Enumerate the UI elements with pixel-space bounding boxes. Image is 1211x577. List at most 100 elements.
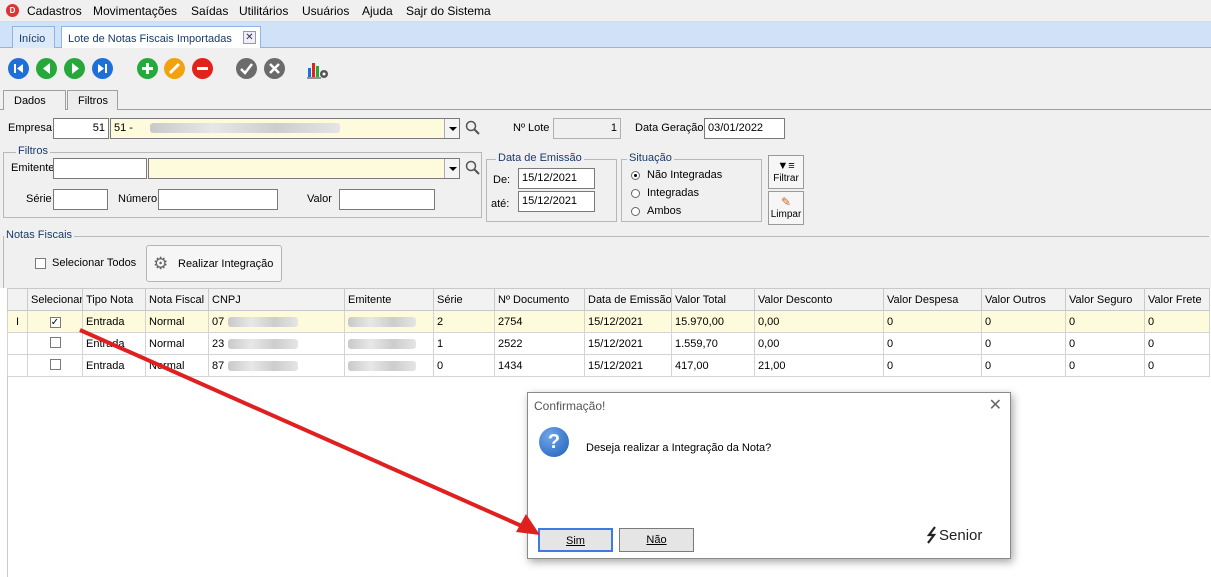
col-emitente[interactable]: Emitente xyxy=(344,288,434,311)
tab-lote-label: Lote de Notas Fiscais Importadas xyxy=(68,33,232,45)
search-icon[interactable] xyxy=(465,120,481,139)
radio-nao-integradas-label: Não Integradas xyxy=(647,169,723,181)
senior-brand-text: Senior xyxy=(939,527,983,544)
chevron-down-icon[interactable] xyxy=(444,159,459,178)
tab-dados[interactable]: Dados xyxy=(3,90,66,111)
cnpj-prefix: 23 xyxy=(212,337,225,350)
col-valor-seguro[interactable]: Valor Seguro xyxy=(1065,288,1145,311)
notas-table: Selecionar Tipo Nota Nota Fiscal CNPJ Em… xyxy=(7,288,1210,377)
realizar-integracao-button[interactable]: ⚙ Realizar Integração xyxy=(146,245,282,282)
radio-integradas[interactable] xyxy=(631,189,640,198)
next-record-icon[interactable] xyxy=(64,58,85,79)
menu-movimentacoes[interactable]: Movimentações xyxy=(93,4,177,18)
cell-emitente xyxy=(344,354,434,377)
cancel-icon[interactable] xyxy=(264,58,285,79)
row-select-cell[interactable] xyxy=(27,332,83,355)
de-date-input[interactable]: 15/12/2021 xyxy=(518,168,595,189)
table-row[interactable]: Entrada Normal 23 1 2522 15/12/2021 1.55… xyxy=(7,332,1210,355)
row-select-checkbox[interactable]: ✓ xyxy=(49,316,61,328)
row-select-checkbox[interactable] xyxy=(49,358,61,370)
radio-ambos[interactable] xyxy=(631,207,640,216)
col-serie[interactable]: Série xyxy=(433,288,495,311)
table-row[interactable]: Entrada Normal 87 0 1434 15/12/2021 417,… xyxy=(7,354,1210,377)
tab-lote-notas[interactable]: Lote de Notas Fiscais Importadas ✕ xyxy=(61,26,261,49)
first-record-icon[interactable] xyxy=(8,58,29,79)
document-tabs: Início Lote de Notas Fiscais Importadas … xyxy=(0,22,1211,49)
tab-inicio[interactable]: Início xyxy=(12,26,55,48)
col-valor-frete[interactable]: Valor Frete xyxy=(1144,288,1210,311)
add-icon[interactable] xyxy=(137,58,158,79)
col-tipo-nota[interactable]: Tipo Nota xyxy=(82,288,146,311)
cell-seguro: 0 xyxy=(1065,310,1145,333)
empresa-name-value: 51 - xyxy=(114,122,133,134)
col-selecionar[interactable]: Selecionar xyxy=(27,288,83,311)
cell-doc: 2754 xyxy=(494,310,585,333)
data-geracao-input[interactable]: 03/01/2022 xyxy=(704,118,785,139)
sim-button[interactable]: Sim xyxy=(538,528,613,552)
menu-cadastros[interactable]: Cadastros xyxy=(27,4,82,18)
menu-ajuda[interactable]: Ajuda xyxy=(362,4,393,18)
valor-input[interactable] xyxy=(339,189,435,210)
table-row[interactable]: I ✓ Entrada Normal 07 2 2754 15/12/2021 … xyxy=(7,310,1210,333)
filtrar-button[interactable]: ▼≡ Filtrar xyxy=(768,155,804,189)
col-valor-outros[interactable]: Valor Outros xyxy=(981,288,1066,311)
row-select-checkbox[interactable] xyxy=(49,336,61,348)
tab-filtros[interactable]: Filtros xyxy=(67,90,118,110)
redacted-emitente xyxy=(348,360,416,371)
emitente-code-input[interactable] xyxy=(53,158,147,179)
row-cursor-icon: I xyxy=(7,310,28,333)
gear-icon: ⚙ xyxy=(153,254,169,273)
confirm-icon[interactable] xyxy=(236,58,257,79)
cell-nota: Normal xyxy=(145,354,209,377)
cell-tipo: Entrada xyxy=(82,310,146,333)
emitente-name-select[interactable] xyxy=(148,158,460,179)
col-cnpj[interactable]: CNPJ xyxy=(208,288,345,311)
tab-inicio-label: Início xyxy=(19,33,46,45)
ate-date-input[interactable]: 15/12/2021 xyxy=(518,191,595,212)
empresa-code-input[interactable]: 51 xyxy=(53,118,109,139)
row-indicator xyxy=(7,354,28,377)
menu-sair[interactable]: Sajr do Sistema xyxy=(406,4,491,18)
delete-icon[interactable] xyxy=(192,58,213,79)
radio-nao-integradas[interactable] xyxy=(631,171,640,180)
close-tab-icon[interactable]: ✕ xyxy=(243,31,256,44)
cell-desconto: 0,00 xyxy=(754,332,884,355)
app-logo-icon: D xyxy=(6,4,19,17)
lote-input: 1 xyxy=(553,118,621,139)
dialog-close-icon[interactable]: ✕ xyxy=(989,395,1002,415)
row-select-cell[interactable]: ✓ xyxy=(27,310,83,333)
col-data-emissao[interactable]: Data de Emissão xyxy=(584,288,672,311)
menu-usuarios[interactable]: Usuários xyxy=(302,4,349,18)
previous-record-icon[interactable] xyxy=(36,58,57,79)
col-valor-despesa[interactable]: Valor Despesa xyxy=(883,288,982,311)
serie-label: Série xyxy=(26,193,52,205)
confirmation-dialog: Confirmação! ✕ ? Deseja realizar a Integ… xyxy=(527,392,1011,559)
dialog-message: Deseja realizar a Integração da Nota? xyxy=(586,442,772,454)
form-subtabs: Dados Filtros xyxy=(0,88,1211,111)
serie-input[interactable] xyxy=(53,189,108,210)
col-valor-total[interactable]: Valor Total xyxy=(671,288,755,311)
row-select-cell[interactable] xyxy=(27,354,83,377)
numero-input[interactable] xyxy=(158,189,278,210)
cell-serie: 0 xyxy=(433,354,495,377)
col-n-documento[interactable]: Nº Documento xyxy=(494,288,585,311)
cell-desconto: 0,00 xyxy=(754,310,884,333)
empresa-name-select[interactable]: 51 - xyxy=(110,118,460,139)
search-icon[interactable] xyxy=(465,160,481,179)
edit-icon[interactable] xyxy=(164,58,185,79)
chevron-down-icon[interactable] xyxy=(444,119,459,138)
table-header-row: Selecionar Tipo Nota Nota Fiscal CNPJ Em… xyxy=(7,288,1210,311)
limpar-button[interactable]: ✎ Limpar xyxy=(768,191,804,225)
menu-saidas[interactable]: Saídas xyxy=(191,4,228,18)
col-nota-fiscal[interactable]: Nota Fiscal xyxy=(145,288,209,311)
report-settings-icon[interactable] xyxy=(306,58,328,79)
selecionar-todos-checkbox[interactable] xyxy=(35,258,46,269)
nao-button[interactable]: Não xyxy=(619,528,694,552)
cell-tipo: Entrada xyxy=(82,332,146,355)
redacted-emitente xyxy=(348,338,416,349)
last-record-icon[interactable] xyxy=(92,58,113,79)
col-valor-desconto[interactable]: Valor Desconto xyxy=(754,288,884,311)
menu-utilitarios[interactable]: Utilitários xyxy=(239,4,288,18)
cell-despesa: 0 xyxy=(883,354,982,377)
cell-cnpj: 87 xyxy=(208,354,345,377)
